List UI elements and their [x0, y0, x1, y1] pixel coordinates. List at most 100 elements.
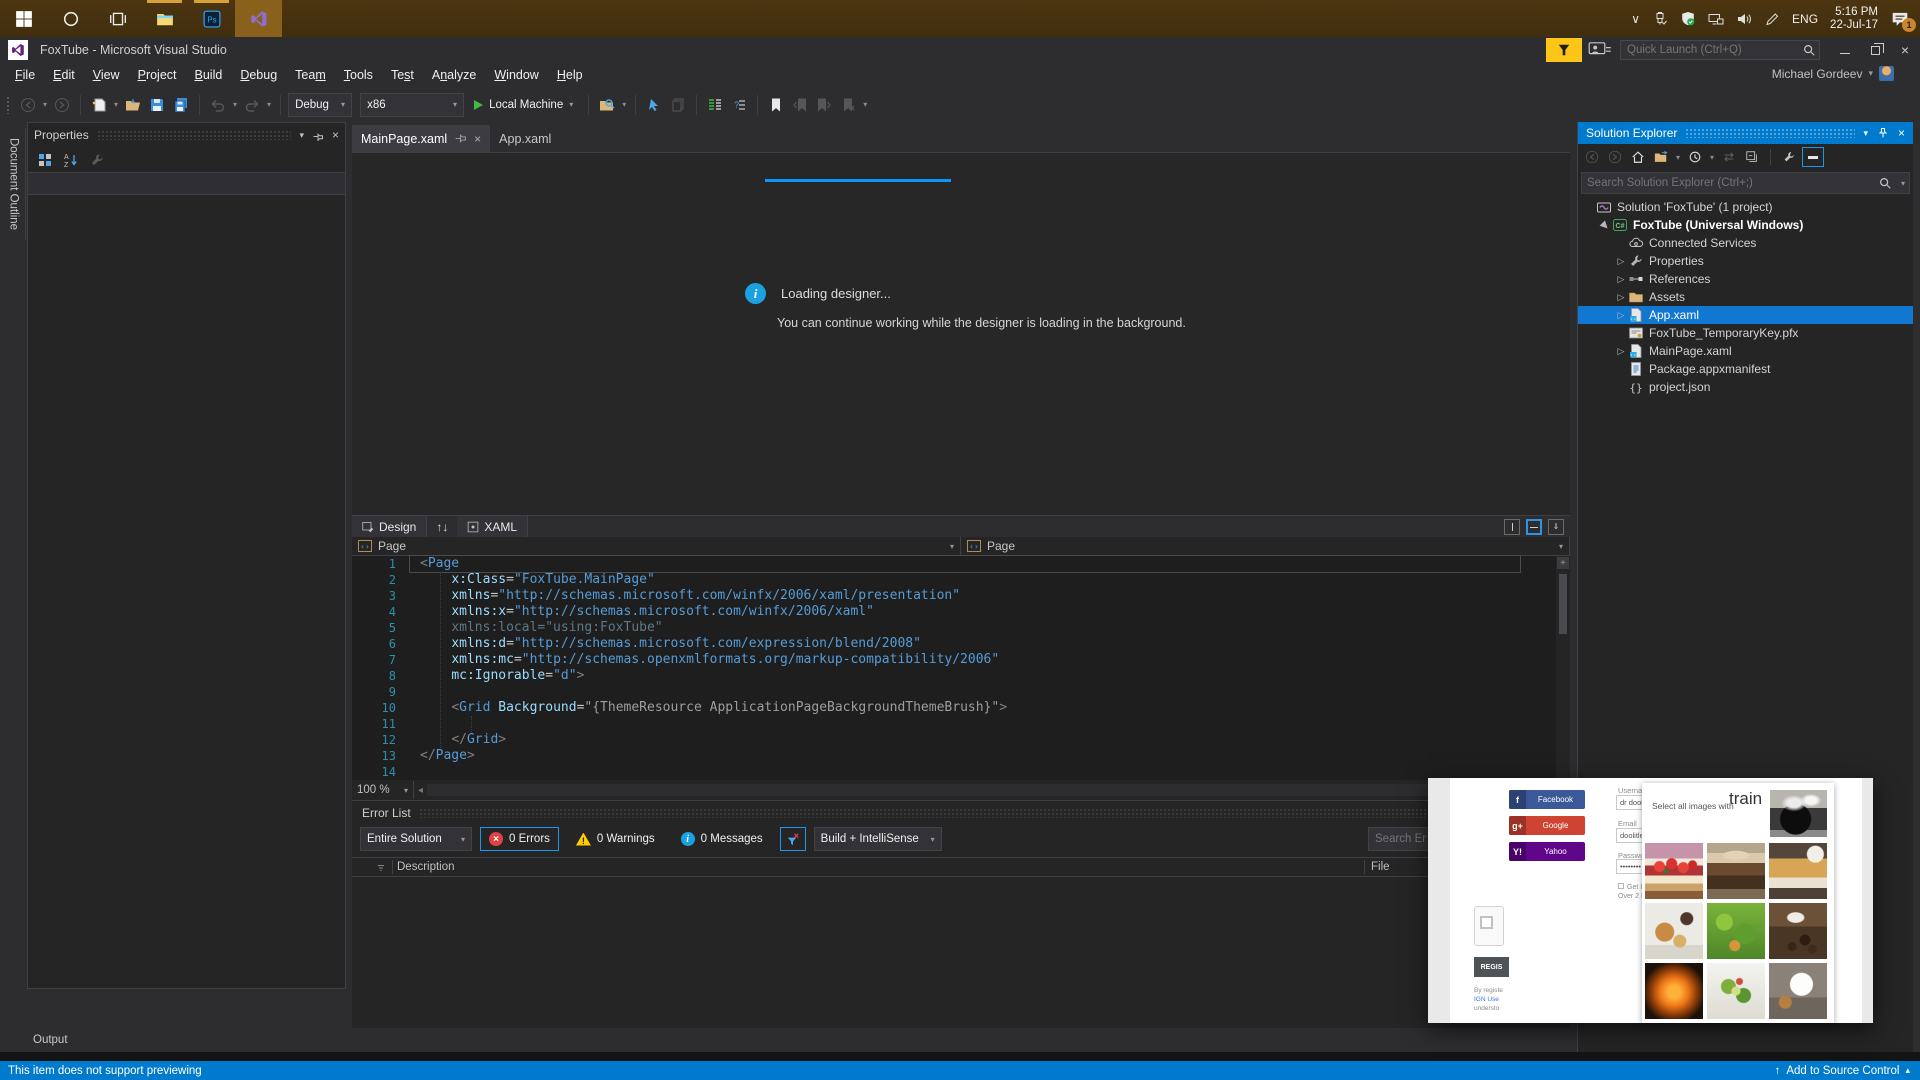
captcha-image-breakfast-plate[interactable]	[1645, 903, 1703, 959]
collapse-all-button[interactable]	[1742, 147, 1762, 167]
redo-button[interactable]	[241, 93, 263, 117]
tree-item-references[interactable]: ▷ References	[1578, 270, 1913, 288]
switch-views-button[interactable]	[1651, 147, 1671, 167]
panel-menu-chevron[interactable]: ▾	[299, 130, 304, 141]
zoom-combo[interactable]: 100 % ▾	[352, 781, 414, 799]
vertical-split-button[interactable]	[1504, 519, 1520, 535]
pending-changes-dropdown[interactable]: ▾	[1708, 153, 1716, 162]
forward-button[interactable]	[1605, 147, 1625, 167]
code-line-6[interactable]: 6 xmlns:d="http://schemas.microsoft.com/…	[352, 636, 1570, 652]
pen-icon[interactable]	[1764, 11, 1780, 27]
clock[interactable]: 5:16 PM 22-Jul-17	[1830, 6, 1878, 32]
close-icon[interactable]: ×	[474, 132, 481, 146]
breadcrumb-left[interactable]: ‹› Page ▾	[352, 537, 961, 555]
selection-tool-button[interactable]	[643, 93, 665, 117]
errors-filter-button[interactable]: × 0 Errors	[480, 827, 559, 851]
code-line-3[interactable]: 3 xmlns="http://schemas.microsoft.com/wi…	[352, 588, 1570, 604]
doc-tab-app.xaml[interactable]: App.xaml	[490, 125, 560, 152]
scrollbar-thumb[interactable]	[1559, 574, 1567, 634]
captcha-image-coffee-beans[interactable]	[1769, 903, 1827, 959]
new-project-button[interactable]	[88, 93, 110, 117]
collapse-pane-button[interactable]: ⇓	[1548, 519, 1564, 535]
captcha-image-strawberry-cake[interactable]	[1645, 843, 1703, 899]
horizontal-split-button[interactable]	[1526, 519, 1542, 535]
find-in-files-button[interactable]	[596, 93, 618, 117]
search-options-chevron[interactable]: ▾	[1901, 179, 1905, 188]
toggle-bookmark-button[interactable]	[765, 93, 787, 117]
output-tab[interactable]: Output	[33, 1034, 68, 1046]
file-explorer-button[interactable]	[141, 0, 188, 37]
menu-view[interactable]: View	[84, 65, 129, 85]
redo-dropdown[interactable]: ▾	[265, 100, 273, 109]
user-signin[interactable]: Michael Gordeev ▾	[1772, 66, 1894, 81]
captcha-image-salad-plate[interactable]	[1707, 963, 1765, 1019]
warnings-filter-button[interactable]: ! 0 Warnings	[567, 827, 664, 851]
vertical-scrollbar[interactable]: +	[1556, 556, 1570, 780]
toolbar-overflow-dropdown[interactable]: ▾	[861, 100, 869, 109]
task-view-button[interactable]	[94, 0, 141, 37]
horizontal-scrollbar[interactable]	[427, 784, 1554, 796]
pin-icon[interactable]	[454, 132, 467, 145]
next-bookmark-button[interactable]	[813, 93, 835, 117]
find-dropdown[interactable]: ▾	[620, 100, 628, 109]
back-button[interactable]	[1582, 147, 1602, 167]
usb-device-icon[interactable]	[1652, 11, 1668, 27]
tab-xaml[interactable]: XAML	[457, 516, 529, 537]
pin-icon[interactable]	[312, 129, 324, 141]
prev-bookmark-button[interactable]	[789, 93, 811, 117]
switch-views-dropdown[interactable]: ▾	[1674, 153, 1682, 162]
properties-button[interactable]	[1779, 147, 1799, 167]
error-scope-combo[interactable]: Entire Solution ▾	[360, 827, 472, 851]
column-file[interactable]: File	[1371, 861, 1390, 873]
breadcrumb-right[interactable]: ‹› Page ▾	[961, 537, 1570, 555]
menu-tools[interactable]: Tools	[335, 65, 382, 85]
error-filter-button[interactable]	[779, 827, 806, 851]
clear-bookmarks-button[interactable]	[837, 93, 859, 117]
tree-item-project-json[interactable]: {} project.json	[1578, 378, 1913, 396]
code-line-1[interactable]: 1 <Page	[352, 555, 1570, 573]
menu-test[interactable]: Test	[382, 65, 423, 85]
save-all-button[interactable]	[170, 93, 192, 117]
close-icon[interactable]: ×	[1898, 126, 1905, 140]
yahoo-login-button[interactable]: Y! Yahoo	[1509, 842, 1585, 861]
captcha-image-glowing-bowl[interactable]	[1645, 963, 1703, 1019]
pending-changes-filter-button[interactable]	[1685, 147, 1705, 167]
navigate-back-dropdown[interactable]: ▾	[41, 100, 49, 109]
facebook-login-button[interactable]: f Facebook	[1509, 790, 1585, 809]
close-icon[interactable]: ×	[332, 128, 339, 142]
code-line-11[interactable]: 11	[352, 716, 1570, 732]
photoshop-button[interactable]: Ps	[188, 0, 235, 37]
xaml-code-editor[interactable]: 1 <Page 2 x:Class="FoxTube.MainPage" 3 xmln…	[352, 555, 1570, 780]
tree-item-mainpage-xaml[interactable]: ▷ ‹› MainPage.xaml	[1578, 342, 1913, 360]
action-center-button[interactable]: 1	[1890, 10, 1916, 32]
menu-team[interactable]: Team	[286, 65, 335, 85]
code-line-4[interactable]: 4 xmlns:x="http://schemas.microsoft.com/…	[352, 604, 1570, 620]
undo-button[interactable]	[207, 93, 229, 117]
code-line-8[interactable]: 8 mc:Ignorable="d">	[352, 668, 1570, 684]
captcha-image-chocolate-dessert[interactable]	[1707, 843, 1765, 899]
menu-help[interactable]: Help	[548, 65, 592, 85]
tree-item-app-xaml[interactable]: ▷ ‹› App.xaml	[1578, 306, 1913, 324]
code-line-7[interactable]: 7 xmlns:mc="http://schemas.openxmlformat…	[352, 652, 1570, 668]
google-login-button[interactable]: g+ Google	[1509, 816, 1585, 835]
messages-filter-button[interactable]: i0 Messages	[672, 827, 772, 851]
swap-panes-button[interactable]: ↑↓	[427, 516, 457, 537]
tree-item-solution-foxtube-1-project-[interactable]: Solution 'FoxTube' (1 project)	[1578, 198, 1913, 216]
tree-item-connected-services[interactable]: Connected Services	[1578, 234, 1913, 252]
language-indicator[interactable]: ENG	[1792, 12, 1818, 26]
code-line-14[interactable]: 14	[352, 764, 1570, 780]
tree-item-foxtube-temporarykey-pfx[interactable]: FoxTube_TemporaryKey.pfx	[1578, 324, 1913, 342]
recaptcha-checkbox[interactable]	[1480, 916, 1493, 929]
navigate-forward-button[interactable]	[51, 93, 73, 117]
agree-checkbox-row[interactable]: Get I Over 2 I	[1618, 883, 1643, 901]
hidden-icons-chevron[interactable]: ∨	[1631, 12, 1640, 26]
alphabetical-sort-button[interactable]: AZ	[60, 148, 82, 172]
volume-icon[interactable]	[1736, 11, 1752, 27]
menu-debug[interactable]: Debug	[231, 65, 286, 85]
menu-edit[interactable]: Edit	[44, 65, 84, 85]
register-button[interactable]: REGIS	[1474, 957, 1509, 977]
categorized-button[interactable]	[34, 148, 56, 172]
error-source-combo[interactable]: Build + IntelliSense ▾	[813, 827, 942, 851]
open-file-button[interactable]	[122, 93, 144, 117]
format-indent-button[interactable]	[704, 93, 726, 117]
